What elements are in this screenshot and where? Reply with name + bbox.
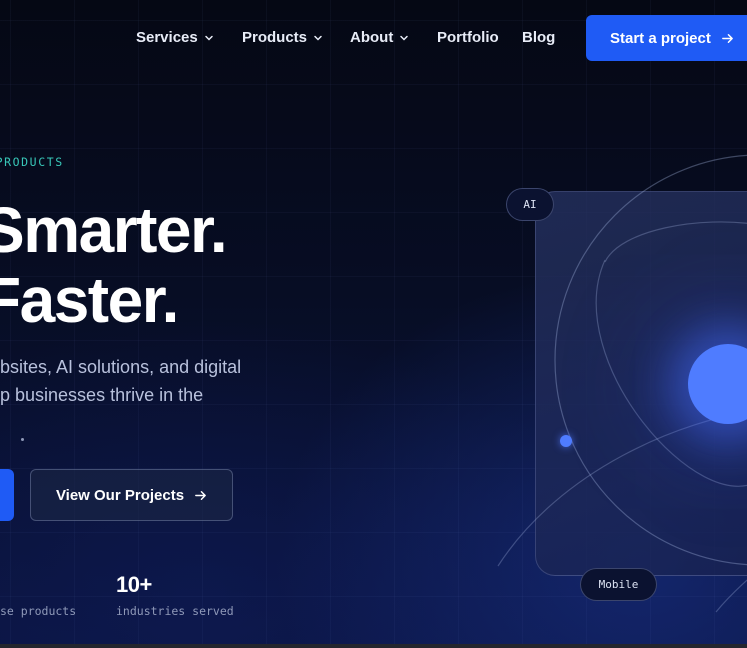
orbit-lines [497, 154, 747, 613]
orbit-node [560, 435, 572, 447]
bottom-strip [0, 644, 747, 648]
chip-mobile: Mobile [580, 568, 657, 601]
chip-ai: AI [506, 188, 554, 221]
page: Services Products About Portfolio Blog S… [0, 0, 747, 648]
